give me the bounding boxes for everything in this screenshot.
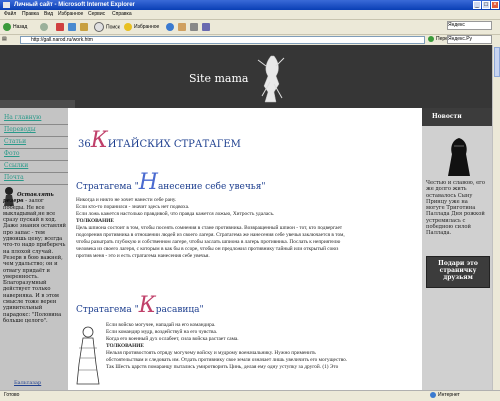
stratagem-2-title: Стратагема "Красавица": [76, 293, 204, 318]
minimize-button[interactable]: _: [473, 1, 481, 9]
search-button[interactable]: Поиск: [94, 22, 120, 32]
favorites-button[interactable]: Избранное: [124, 22, 159, 32]
left-top-strip: [0, 100, 75, 108]
address-label: ▤: [2, 36, 7, 42]
back-button[interactable]: Назад: [3, 22, 27, 32]
nav-divider: [0, 172, 68, 173]
news-header: Новости: [422, 108, 492, 126]
nav-divider: [0, 160, 68, 161]
print-button[interactable]: [190, 22, 200, 32]
mail-icon: [178, 22, 186, 31]
refresh-button[interactable]: [68, 22, 78, 32]
menu-view[interactable]: Вид: [44, 11, 53, 17]
stop-button[interactable]: [56, 22, 66, 32]
print-icon: [190, 22, 198, 31]
stratagem-1-title: Стратагема "Нанесение себе увечья": [76, 170, 266, 195]
helmet-figure-image: [448, 138, 470, 176]
site-title: Site mama: [189, 72, 249, 85]
site-header: [0, 45, 500, 108]
forward-arrow-icon: [40, 22, 48, 31]
star-icon: [124, 22, 132, 31]
nav-articles[interactable]: Статьи: [4, 138, 26, 145]
media-icon: [166, 22, 174, 31]
refresh-icon: [68, 22, 76, 31]
right-sidebar: Новости Честью и славою, его же долго жи…: [422, 108, 492, 390]
stop-icon: [56, 22, 64, 31]
edit-icon: [202, 22, 210, 31]
stratagem-2-verse: Если войско могучее, нападай на его кома…: [106, 322, 348, 370]
news-text: Честью и славою, его же долго жить остав…: [426, 180, 486, 237]
url-field[interactable]: http://gall.narod.ru/work.htm: [20, 36, 425, 44]
scrollbar-thumb[interactable]: [494, 47, 500, 77]
toolbar: Назад Поиск Избранное Яндекс: [0, 20, 500, 35]
nav-links[interactable]: Ссылки: [4, 162, 28, 169]
nav-divider: [0, 124, 68, 125]
menu-edit[interactable]: Правка: [22, 11, 39, 17]
maximize-button[interactable]: □: [482, 1, 490, 9]
quote-text: - залог победы. Не все выкладывай,не все…: [3, 198, 66, 324]
go-arrow-icon: [428, 35, 434, 42]
menu-file[interactable]: Файл: [4, 11, 16, 17]
nav-translations[interactable]: Переводы: [4, 126, 36, 133]
back-arrow-icon: [3, 22, 11, 31]
menu-favorites[interactable]: Избранное: [58, 11, 83, 17]
home-icon: [80, 22, 88, 31]
page-title: 36КИТАЙСКИХ СТРАТАГЕМ: [78, 128, 241, 153]
share-banner[interactable]: Подари это страничку друзьям: [426, 256, 490, 288]
ie-icon: [3, 2, 10, 8]
share-banner-text: Подари это страничку друзьям: [438, 260, 478, 281]
news-title: Новости: [432, 113, 462, 120]
search-icon: [94, 22, 104, 32]
menu-help[interactable]: Справка: [112, 11, 132, 17]
home-button[interactable]: [80, 22, 90, 32]
media-button[interactable]: [166, 22, 176, 32]
dancer-figure-logo: [257, 55, 285, 103]
close-button[interactable]: ×: [491, 1, 499, 9]
nav-divider: [0, 184, 68, 185]
beauty-figure-illustration: [76, 326, 100, 385]
nav-divider: [0, 136, 68, 137]
left-sidebar: На главную Переводы Статьи Фото Ссылки П…: [0, 108, 68, 390]
quote-author[interactable]: Бальтазар: [14, 380, 41, 386]
yandex-ru-button[interactable]: Яндекс.Ру: [447, 35, 492, 44]
mail-button[interactable]: [178, 22, 188, 32]
title-bar: Личный сайт - Microsoft Internet Explore…: [0, 0, 500, 10]
globe-icon: [430, 391, 436, 398]
nav-mail[interactable]: Почта: [4, 174, 24, 181]
stratagem-1-verse: Никогда и никто не хочет нанести себе ра…: [76, 197, 345, 259]
internet-zone: Интернет: [430, 391, 460, 400]
menu-tools[interactable]: Сервис: [88, 11, 105, 17]
window-title: Личный сайт - Microsoft Internet Explore…: [14, 2, 135, 8]
nav-divider: [0, 148, 68, 149]
nav-photo[interactable]: Фото: [4, 150, 20, 157]
main-content: 36КИТАЙСКИХ СТРАТАГЕМ Стратагема "Нанесе…: [68, 108, 422, 390]
yandex-button[interactable]: Яндекс: [447, 21, 492, 30]
status-bar: Готово Интернет: [0, 390, 500, 401]
left-quote: Оставлять резерв - залог победы. Не все …: [3, 192, 66, 324]
edit-button[interactable]: [202, 22, 212, 32]
forward-button[interactable]: [40, 22, 50, 32]
vertical-scrollbar[interactable]: [492, 45, 500, 390]
menu-bar: Файл Правка Вид Избранное Сервис Справка: [0, 10, 500, 20]
status-text: Готово: [4, 392, 20, 398]
nav-home[interactable]: На главную: [4, 114, 41, 121]
